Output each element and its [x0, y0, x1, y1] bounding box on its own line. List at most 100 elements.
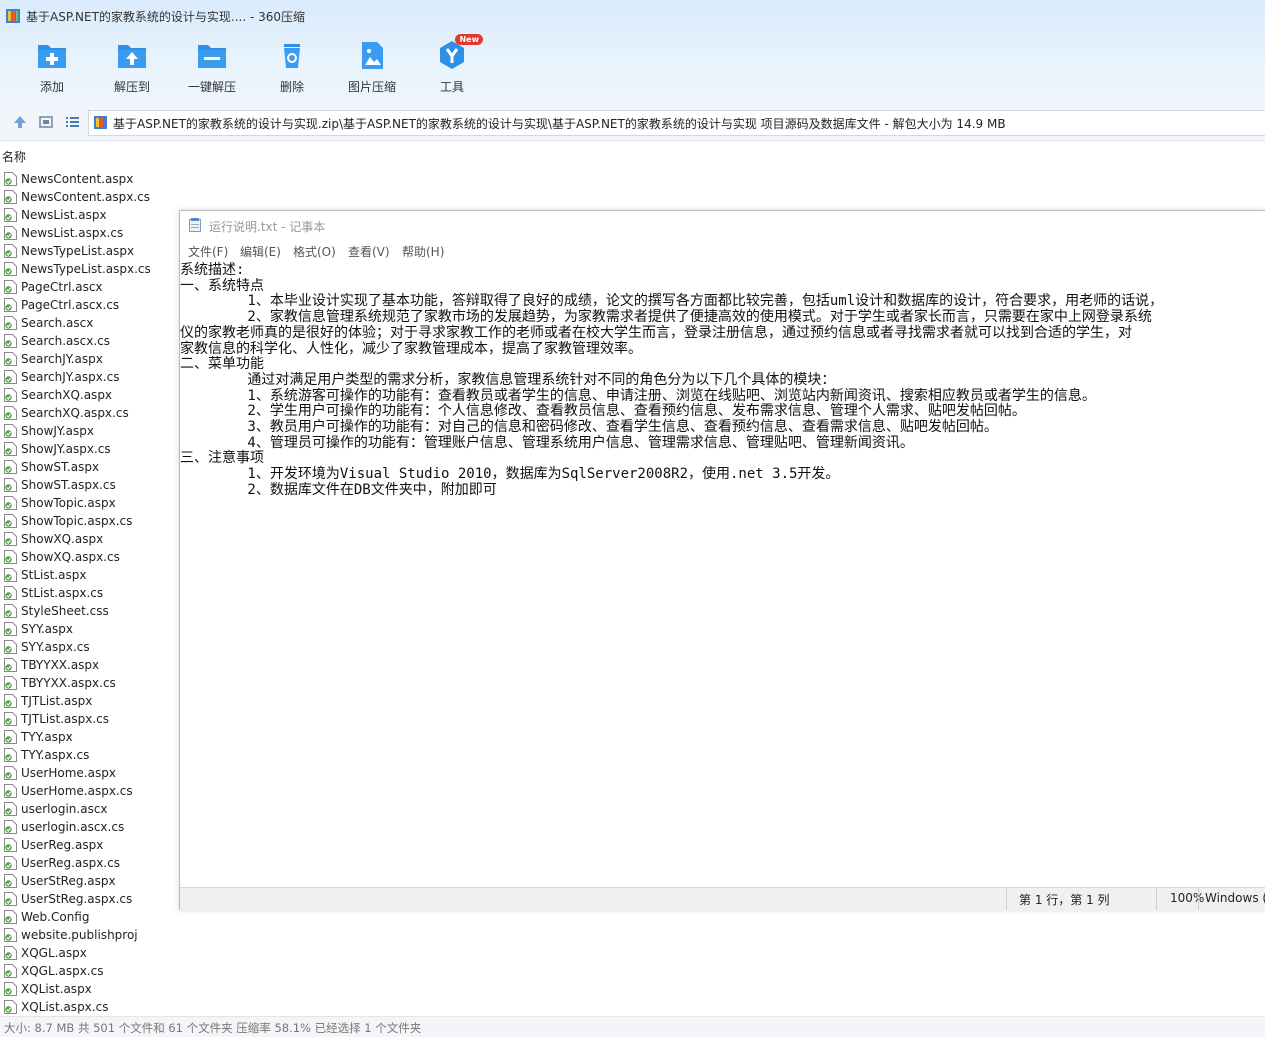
one-click-extract-label: 一键解压	[187, 80, 236, 94]
file-name: ShowXQ.aspx	[21, 532, 104, 546]
file-list-item[interactable]: ShowJY.aspx.cs	[0, 440, 180, 458]
file-list-item[interactable]: UserStReg.aspx.cs	[0, 890, 180, 908]
file-list-item[interactable]: XQGL.aspx	[0, 944, 180, 962]
file-list-item[interactable]: NewsContent.aspx	[0, 170, 180, 188]
file-name: UserStReg.aspx.cs	[21, 892, 133, 906]
file-list-item[interactable]: ShowST.aspx.cs	[0, 476, 180, 494]
file-list-item[interactable]: Search.ascx	[0, 314, 180, 332]
file-list-item[interactable]: SearchXQ.aspx	[0, 386, 180, 404]
file-icon	[4, 442, 17, 456]
file-list-item[interactable]: SYY.aspx	[0, 620, 180, 638]
file-name: Search.ascx	[21, 316, 94, 330]
file-icon	[4, 370, 17, 384]
file-list-item[interactable]: UserStReg.aspx	[0, 872, 180, 890]
file-list-item[interactable]: UserReg.aspx	[0, 836, 180, 854]
notepad-line: 二、菜单功能	[180, 356, 264, 373]
file-list-item[interactable]: ShowST.aspx	[0, 458, 180, 476]
file-list-item[interactable]: ShowTopic.aspx.cs	[0, 512, 180, 530]
file-icon	[4, 694, 17, 708]
file-list-item[interactable]: UserHome.aspx.cs	[0, 782, 180, 800]
file-icon	[4, 982, 17, 996]
file-name: UserReg.aspx.cs	[21, 856, 120, 870]
list-view-icon[interactable]	[63, 113, 81, 131]
file-list-item[interactable]: TJTList.aspx	[0, 692, 180, 710]
file-list-item[interactable]: ShowXQ.aspx.cs	[0, 548, 180, 566]
column-name-header[interactable]: 名称	[2, 148, 26, 165]
file-list-item[interactable]: NewsContent.aspx.cs	[0, 188, 180, 206]
file-list-item[interactable]: NewsTypeList.aspx	[0, 242, 180, 260]
file-list-item[interactable]: TYY.aspx	[0, 728, 180, 746]
file-list-item[interactable]: PageCtrl.ascx	[0, 278, 180, 296]
address-bar[interactable]: 基于ASP.NET的家教系统的设计与实现.zip\基于ASP.NET的家教系统的…	[88, 110, 1265, 136]
notepad-line: 三、注意事项	[180, 450, 264, 467]
file-list-item[interactable]: XQList.aspx.cs	[0, 998, 180, 1016]
file-name: UserStReg.aspx	[21, 874, 116, 888]
file-icon	[4, 712, 17, 726]
notepad-title-bar[interactable]: 运行说明.txt - 记事本	[180, 211, 1265, 239]
file-list-item[interactable]: ShowTopic.aspx	[0, 494, 180, 512]
file-name: UserReg.aspx	[21, 838, 104, 852]
file-icon	[4, 334, 17, 348]
file-list-item[interactable]: ShowJY.aspx	[0, 422, 180, 440]
file-name: TBYYXX.aspx.cs	[21, 676, 116, 690]
file-list-item[interactable]: StyleSheet.css	[0, 602, 180, 620]
extract-to-button[interactable]: 解压到	[92, 38, 172, 95]
file-list-item[interactable]: SearchJY.aspx	[0, 350, 180, 368]
file-icon	[4, 748, 17, 762]
menu-file[interactable]: 文件(F)	[188, 243, 228, 260]
file-list-item[interactable]: userlogin.ascx	[0, 800, 180, 818]
file-list-item[interactable]: userlogin.ascx.cs	[0, 818, 180, 836]
file-icon	[4, 766, 17, 780]
menu-edit[interactable]: 编辑(E)	[240, 243, 281, 260]
file-name: NewsList.aspx.cs	[21, 226, 124, 240]
image-compress-icon	[362, 42, 383, 69]
file-list-item[interactable]: SYY.aspx.cs	[0, 638, 180, 656]
tools-button[interactable]: New 工具	[412, 34, 492, 95]
notepad-text-area[interactable]: 系统描述: 一、系统特点 1、本毕业设计实现了基本功能，答辩取得了良好的成绩，论文…	[180, 261, 1265, 887]
file-list-item[interactable]: NewsList.aspx.cs	[0, 224, 180, 242]
encoding: Windows (	[1205, 891, 1265, 905]
file-list-item[interactable]: Search.ascx.cs	[0, 332, 180, 350]
file-list-item[interactable]: TJTList.aspx.cs	[0, 710, 180, 728]
file-list-item[interactable]: SearchJY.aspx.cs	[0, 368, 180, 386]
file-name: ShowTopic.aspx.cs	[21, 514, 133, 528]
menu-view[interactable]: 查看(V)	[348, 243, 390, 260]
file-list-item[interactable]: XQGL.aspx.cs	[0, 962, 180, 980]
file-list-item[interactable]: website.publishproj	[0, 926, 180, 944]
file-list-item[interactable]: ShowXQ.aspx	[0, 530, 180, 548]
file-name: TJTList.aspx	[21, 694, 93, 708]
file-list-item[interactable]: PageCtrl.ascx.cs	[0, 296, 180, 314]
file-list-item[interactable]: StList.aspx.cs	[0, 584, 180, 602]
file-list-item[interactable]: TYY.aspx.cs	[0, 746, 180, 764]
file-list-item[interactable]: TBYYXX.aspx.cs	[0, 674, 180, 692]
menu-format[interactable]: 格式(O)	[293, 243, 336, 260]
delete-button[interactable]: 删除	[252, 38, 332, 95]
file-name: SYY.aspx	[21, 622, 73, 636]
add-button[interactable]: 添加	[12, 38, 92, 95]
image-compress-button[interactable]: 图片压缩	[332, 38, 412, 95]
file-icon	[4, 460, 17, 474]
file-list-item[interactable]: NewsTypeList.aspx.cs	[0, 260, 180, 278]
file-list-item[interactable]: TBYYXX.aspx	[0, 656, 180, 674]
file-icon	[4, 820, 17, 834]
file-name: NewsTypeList.aspx	[21, 244, 135, 258]
file-name: SearchXQ.aspx	[21, 388, 113, 402]
menu-help[interactable]: 帮助(H)	[402, 243, 444, 260]
file-list-item[interactable]: Web.Config	[0, 908, 180, 926]
one-click-extract-button[interactable]: 一键解压	[172, 38, 252, 95]
notepad-line: 一、系统特点	[180, 277, 264, 294]
file-list-item[interactable]: NewsList.aspx	[0, 206, 180, 224]
archive-icon	[94, 116, 107, 129]
file-name: website.publishproj	[21, 928, 138, 942]
up-level-icon[interactable]	[11, 113, 29, 131]
file-list-item[interactable]: UserReg.aspx.cs	[0, 854, 180, 872]
file-name: StyleSheet.css	[21, 604, 109, 618]
file-list-item[interactable]: StList.aspx	[0, 566, 180, 584]
notepad-line: 1、系统游客可操作的功能有：查看教员或者学生的信息、申请注册、浏览在线贴吧、浏览…	[180, 387, 1096, 404]
file-list-item[interactable]: SearchXQ.aspx.cs	[0, 404, 180, 422]
file-list-item[interactable]: XQList.aspx	[0, 980, 180, 998]
thumbnail-view-icon[interactable]	[37, 113, 55, 131]
file-icon	[4, 658, 17, 672]
notepad-line: 2、数据库文件在DB文件夹中，附加即可	[180, 481, 497, 498]
file-list-item[interactable]: UserHome.aspx	[0, 764, 180, 782]
